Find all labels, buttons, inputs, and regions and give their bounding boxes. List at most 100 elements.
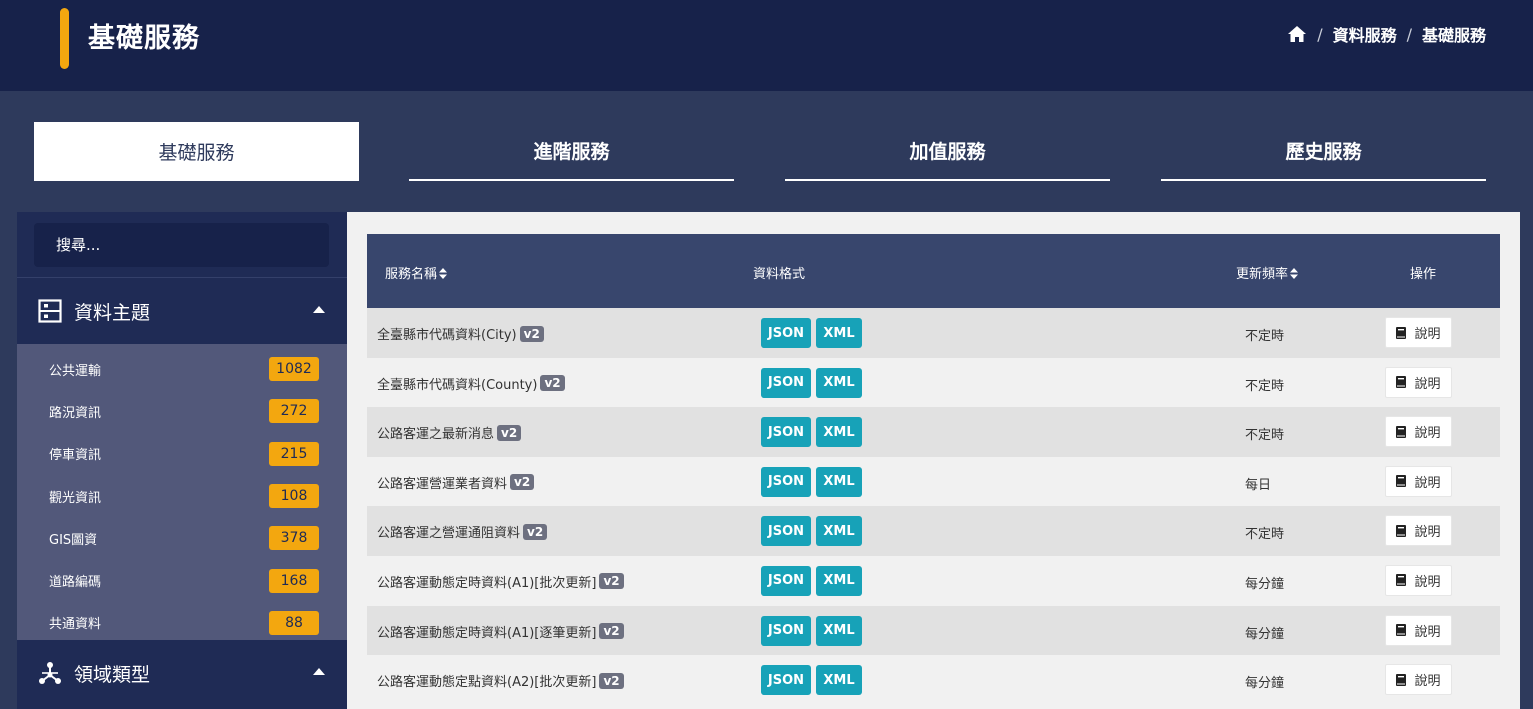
service-name[interactable]: 公路客運動態定點資料(A2)[批次更新] [377, 671, 596, 690]
topic-list: 公共運輸 1082 路況資訊 272 停車資訊 215 觀光資訊 108 GIS… [17, 344, 347, 640]
json-button[interactable]: JSON [761, 615, 811, 646]
xml-button[interactable]: XML [816, 516, 862, 547]
sidebar-item-label: 路況資訊 [49, 405, 102, 421]
xml-button[interactable]: XML [816, 318, 862, 348]
book-icon [1396, 326, 1407, 339]
tab-value-added-services[interactable]: 加值服務 [785, 122, 1110, 181]
home-icon[interactable] [1287, 25, 1307, 43]
sidebar: 資料主題 公共運輸 1082 路況資訊 272 停車資訊 215 觀光資訊 10… [17, 212, 347, 709]
table-row: 公路客運營運業者資料 v2 JSON XML 每日 說明 [367, 456, 1500, 507]
sort-icon[interactable] [1290, 268, 1299, 279]
update-frequency: 不定時 [1245, 329, 1285, 344]
json-button[interactable]: JSON [761, 565, 811, 596]
xml-button[interactable]: XML [816, 367, 862, 398]
title-accent-bar [60, 8, 69, 69]
doc-button[interactable]: 說明 [1385, 317, 1452, 348]
version-badge: v2 [497, 424, 522, 441]
page-header: 基礎服務 / 資料服務 / 基礎服務 [0, 0, 1533, 91]
search-wrapper [17, 212, 347, 278]
count-badge: 88 [269, 610, 319, 635]
service-name-cell: 全臺縣市代碼資料(County) v2 [377, 374, 565, 393]
doc-label: 說明 [1414, 525, 1441, 541]
xml-button[interactable]: XML [816, 565, 862, 596]
version-badge: v2 [510, 474, 535, 491]
json-button[interactable]: JSON [761, 516, 811, 547]
sidebar-item-road-codes[interactable]: 道路編碼 168 [17, 559, 347, 601]
domain-section-header[interactable]: 領域類型 [17, 640, 347, 706]
json-button[interactable]: JSON [761, 466, 811, 497]
count-badge: 1082 [269, 357, 319, 382]
sidebar-item-label: GIS圖資 [49, 532, 98, 548]
grid-box-icon [38, 299, 62, 323]
sidebar-item-common-data[interactable]: 共通資料 88 [17, 602, 347, 644]
count-badge: 108 [269, 484, 319, 509]
collapse-caret-icon[interactable] [313, 306, 325, 313]
breadcrumb-separator: / [1317, 24, 1323, 44]
json-button[interactable]: JSON [761, 417, 811, 448]
xml-button[interactable]: XML [816, 417, 862, 448]
service-name[interactable]: 公路客運動態定時資料(A1)[逐筆更新] [377, 622, 596, 641]
sidebar-item-tourism-info[interactable]: 觀光資訊 108 [17, 475, 347, 517]
doc-label: 說明 [1414, 327, 1441, 342]
update-frequency: 每分鐘 [1245, 626, 1285, 642]
table-row: 公路客運動態定點資料(A2)[批次更新] v2 JSON XML 每分鐘 說明 [367, 655, 1500, 705]
sidebar-item-label: 停車資訊 [49, 448, 102, 464]
version-badge: v2 [540, 375, 565, 392]
doc-label: 說明 [1414, 624, 1441, 640]
version-badge: v2 [599, 573, 624, 590]
xml-button[interactable]: XML [816, 615, 862, 646]
book-icon [1396, 673, 1407, 686]
column-header-action: 操作 [1410, 267, 1437, 282]
json-button[interactable]: JSON [761, 367, 811, 398]
doc-button[interactable]: 說明 [1385, 366, 1452, 398]
doc-button[interactable]: 說明 [1385, 664, 1452, 696]
xml-button[interactable]: XML [816, 466, 862, 497]
service-name[interactable]: 全臺縣市代碼資料(County) [377, 374, 537, 393]
collapse-caret-icon[interactable] [313, 668, 325, 675]
doc-button[interactable]: 說明 [1385, 465, 1452, 497]
json-button[interactable]: JSON [761, 665, 811, 696]
topic-section-header[interactable]: 資料主題 [17, 278, 347, 344]
sidebar-item-label: 共通資料 [49, 617, 102, 633]
breadcrumb-separator: / [1406, 24, 1412, 44]
search-input[interactable] [34, 223, 329, 267]
service-name-cell: 公路客運之營運通阻資料 v2 [377, 522, 548, 541]
sidebar-item-public-transport[interactable]: 公共運輸 1082 [17, 348, 347, 390]
count-badge: 168 [269, 568, 319, 593]
breadcrumb-data-services[interactable]: 資料服務 [1333, 22, 1397, 46]
json-button[interactable]: JSON [761, 318, 811, 348]
sidebar-item-gis-maps[interactable]: GIS圖資 378 [17, 517, 347, 559]
service-name-cell: 公路客運營運業者資料 v2 [377, 473, 535, 492]
service-name[interactable]: 公路客運營運業者資料 [377, 473, 507, 492]
column-header-name[interactable]: 服務名稱 [385, 263, 448, 282]
xml-button[interactable]: XML [816, 665, 862, 696]
version-badge: v2 [519, 325, 544, 342]
service-name[interactable]: 公路客運之最新消息 [377, 423, 494, 442]
network-icon [39, 662, 61, 684]
sort-icon[interactable] [439, 268, 448, 279]
topic-section-label: 資料主題 [74, 301, 151, 324]
count-badge: 272 [269, 399, 319, 424]
doc-button[interactable]: 說明 [1385, 416, 1452, 448]
doc-button[interactable]: 說明 [1385, 614, 1452, 646]
sidebar-item-traffic-info[interactable]: 路況資訊 272 [17, 390, 347, 432]
breadcrumb: / 資料服務 / 基礎服務 [1287, 22, 1486, 46]
book-icon [1396, 425, 1407, 438]
book-icon [1396, 475, 1407, 488]
tab-basic-services[interactable]: 基礎服務 [34, 122, 359, 181]
tab-advanced-services[interactable]: 進階服務 [409, 122, 734, 181]
version-badge: v2 [599, 672, 624, 689]
tab-history-services[interactable]: 歷史服務 [1161, 122, 1486, 181]
version-badge: v2 [523, 523, 548, 540]
service-name[interactable]: 公路客運之營運通阻資料 [377, 522, 520, 541]
doc-button[interactable]: 說明 [1385, 515, 1452, 547]
update-frequency: 每分鐘 [1245, 676, 1285, 692]
column-header-frequency[interactable]: 更新頻率 [1236, 263, 1299, 282]
service-name[interactable]: 全臺縣市代碼資料(City) [377, 324, 517, 343]
doc-label: 說明 [1414, 426, 1441, 442]
book-icon [1396, 574, 1407, 587]
sidebar-item-parking-info[interactable]: 停車資訊 215 [17, 433, 347, 475]
service-name[interactable]: 公路客運動態定時資料(A1)[批次更新] [377, 572, 596, 591]
doc-button[interactable]: 說明 [1385, 564, 1452, 596]
version-badge: v2 [599, 623, 624, 640]
